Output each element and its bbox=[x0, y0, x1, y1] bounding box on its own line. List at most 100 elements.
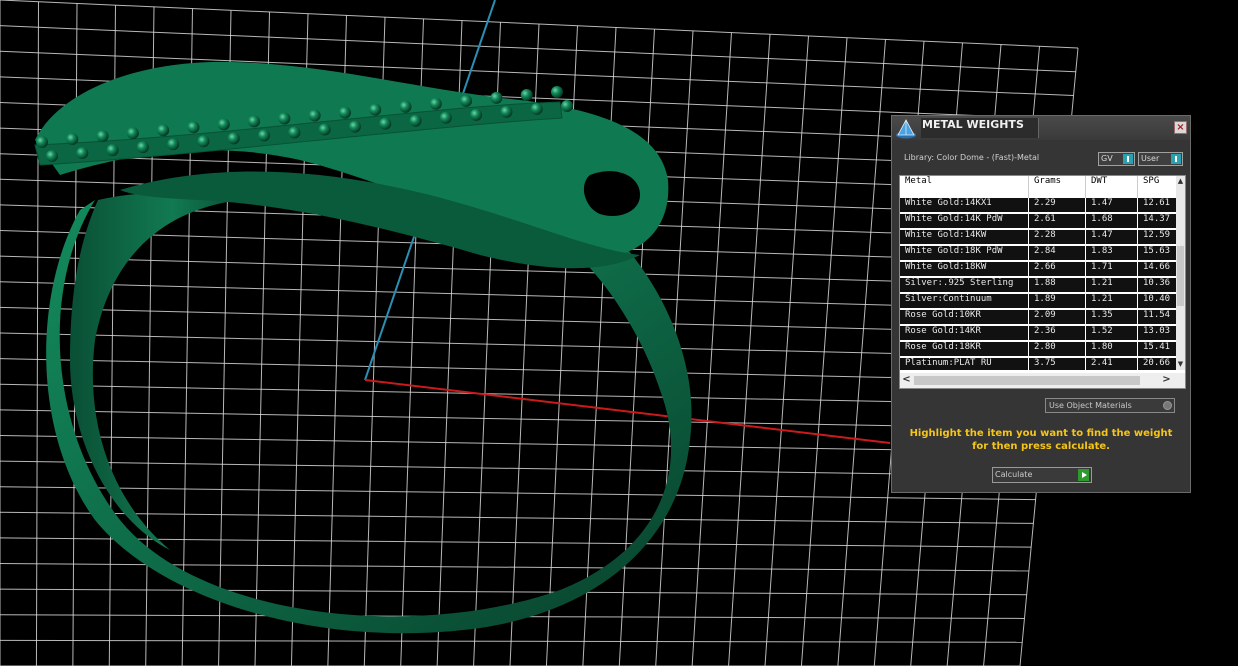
close-icon[interactable]: × bbox=[1174, 121, 1187, 134]
gem-bead bbox=[197, 135, 210, 148]
panel-titlebar[interactable]: METAL WEIGHTS × bbox=[892, 116, 1190, 140]
horizontal-scroll-thumb[interactable] bbox=[914, 376, 1140, 385]
horizontal-scrollbar[interactable]: < > bbox=[900, 373, 1185, 388]
spg-cell: 15.41 bbox=[1143, 342, 1171, 352]
grams-cell: 2.29 bbox=[1029, 198, 1086, 213]
metal-cell: White Gold:14KW bbox=[900, 230, 1029, 245]
table-row[interactable]: White Gold:14KX1 2.29 1.47 12.61 bbox=[900, 198, 1176, 213]
gem-bead bbox=[551, 86, 563, 98]
metal-cell: Platinum:PLAT RU bbox=[900, 358, 1029, 370]
user-toggle-label: User bbox=[1141, 154, 1160, 163]
dwt-cell: 1.21 bbox=[1086, 294, 1138, 309]
gem-bead bbox=[258, 129, 271, 142]
gem-bead bbox=[248, 115, 261, 128]
grams-cell: 2.66 bbox=[1029, 262, 1086, 277]
grams-cell: 1.89 bbox=[1029, 294, 1086, 309]
table-row[interactable]: White Gold:18KW 2.66 1.71 14.66 bbox=[900, 262, 1176, 277]
scroll-down-icon[interactable]: ▼ bbox=[1176, 360, 1185, 368]
table-row[interactable]: Platinum:PLAT RU 3.75 2.41 20.66 bbox=[900, 358, 1176, 370]
metal-cell: White Gold:14KX1 bbox=[900, 198, 1029, 213]
column-header-grams[interactable]: Grams bbox=[1029, 176, 1086, 198]
metal-cell: Silver:.925 Sterling bbox=[900, 278, 1029, 293]
table-row[interactable]: Silver:Continuum 1.89 1.21 10.40 bbox=[900, 294, 1176, 309]
gem-bead bbox=[36, 136, 48, 148]
column-header-spg[interactable]: SPG bbox=[1138, 176, 1178, 198]
table-header: Metal Grams DWT SPG bbox=[900, 176, 1176, 198]
table-row[interactable]: Rose Gold:18KR 2.80 1.80 15.41 bbox=[900, 342, 1176, 357]
scroll-right-icon[interactable]: > bbox=[1162, 374, 1171, 385]
metal-weights-table[interactable]: Metal Grams DWT SPG White Gold:14KX1 2.29… bbox=[899, 175, 1186, 389]
metal-cell: Rose Gold:10KR bbox=[900, 310, 1029, 325]
metal-cell: Rose Gold:18KR bbox=[900, 342, 1029, 357]
gem-bead bbox=[46, 150, 58, 162]
gv-toggle-label: GV bbox=[1101, 154, 1113, 163]
grams-cell: 2.61 bbox=[1029, 214, 1086, 229]
gem-bead bbox=[490, 91, 503, 104]
gem-bead bbox=[157, 124, 170, 137]
gem-bead bbox=[409, 114, 422, 127]
spg-cell: 15.63 bbox=[1143, 246, 1171, 256]
instruction-line-1: Highlight the item you want to find the … bbox=[909, 428, 1173, 439]
metal-cell: White Gold:14K PdW bbox=[900, 214, 1029, 229]
toggle-switch-icon bbox=[1123, 154, 1133, 164]
gem-bead bbox=[187, 121, 200, 134]
gem-bead bbox=[369, 103, 382, 116]
dwt-cell: 1.83 bbox=[1086, 246, 1138, 261]
dwt-cell: 1.71 bbox=[1086, 262, 1138, 277]
column-header-dwt[interactable]: DWT bbox=[1086, 176, 1138, 198]
use-object-materials-toggle[interactable]: Use Object Materials bbox=[1045, 398, 1175, 413]
spg-cell: 13.03 bbox=[1143, 326, 1171, 336]
scroll-left-icon[interactable]: < bbox=[902, 374, 911, 385]
gem-bead bbox=[167, 138, 180, 151]
gem-bead bbox=[530, 102, 543, 115]
user-toggle[interactable]: User bbox=[1138, 152, 1183, 166]
gem-bead bbox=[379, 117, 392, 130]
spg-cell: 12.61 bbox=[1143, 198, 1171, 208]
grams-cell: 2.09 bbox=[1029, 310, 1086, 325]
gem-bead bbox=[429, 97, 442, 110]
table-row[interactable]: White Gold:14KW 2.28 1.47 12.59 bbox=[900, 230, 1176, 245]
scroll-up-icon[interactable]: ▲ bbox=[1176, 177, 1185, 185]
vertical-scrollbar[interactable]: ▲ ▼ bbox=[1176, 176, 1185, 370]
cone-dome-logo-icon bbox=[896, 119, 916, 139]
metal-cell: Rose Gold:14KR bbox=[900, 326, 1029, 341]
table-row[interactable]: White Gold:18K PdW 2.84 1.83 15.63 bbox=[900, 246, 1176, 261]
metal-cell: Silver:Continuum bbox=[900, 294, 1029, 309]
calculate-label: Calculate bbox=[995, 470, 1033, 479]
table-row[interactable]: Rose Gold:14KR 2.36 1.52 13.03 bbox=[900, 326, 1176, 341]
spg-cell: 14.37 bbox=[1143, 214, 1171, 224]
dwt-cell: 1.52 bbox=[1086, 326, 1138, 341]
gem-bead bbox=[338, 106, 351, 119]
table-row[interactable]: Silver:.925 Sterling 1.88 1.21 10.36 bbox=[900, 278, 1176, 293]
gem-bead bbox=[217, 118, 230, 131]
column-header-metal[interactable]: Metal bbox=[900, 176, 1029, 198]
grams-cell: 1.88 bbox=[1029, 278, 1086, 293]
metal-weights-panel: METAL WEIGHTS × Library: Color Dome - (F… bbox=[891, 115, 1191, 493]
gem-bead bbox=[278, 112, 291, 125]
grams-cell: 2.36 bbox=[1029, 326, 1086, 341]
gem-bead bbox=[470, 108, 483, 121]
grams-cell: 2.28 bbox=[1029, 230, 1086, 245]
gv-toggle[interactable]: GV bbox=[1098, 152, 1135, 166]
dwt-cell: 1.47 bbox=[1086, 230, 1138, 245]
gem-bead bbox=[288, 126, 301, 139]
gem-bead bbox=[227, 132, 240, 145]
metal-cell: White Gold:18K PdW bbox=[900, 246, 1029, 261]
grams-cell: 2.84 bbox=[1029, 246, 1086, 261]
gem-bead bbox=[106, 144, 119, 157]
metal-cell: White Gold:18KW bbox=[900, 262, 1029, 277]
gem-bead bbox=[520, 88, 533, 101]
table-row[interactable]: Rose Gold:10KR 2.09 1.35 11.54 bbox=[900, 310, 1176, 325]
dwt-cell: 1.47 bbox=[1086, 198, 1138, 213]
dwt-cell: 2.41 bbox=[1086, 358, 1138, 370]
gem-bead bbox=[136, 141, 149, 154]
table-row[interactable]: White Gold:14K PdW 2.61 1.68 14.37 bbox=[900, 214, 1176, 229]
vertical-scroll-thumb[interactable] bbox=[1177, 246, 1184, 306]
spg-cell: 11.54 bbox=[1143, 310, 1171, 320]
spg-cell: 10.36 bbox=[1143, 278, 1171, 288]
gem-bead bbox=[76, 147, 89, 160]
calculate-button[interactable]: Calculate bbox=[992, 467, 1092, 483]
dwt-cell: 1.21 bbox=[1086, 278, 1138, 293]
grams-cell: 3.75 bbox=[1029, 358, 1086, 370]
gem-bead bbox=[308, 109, 321, 122]
